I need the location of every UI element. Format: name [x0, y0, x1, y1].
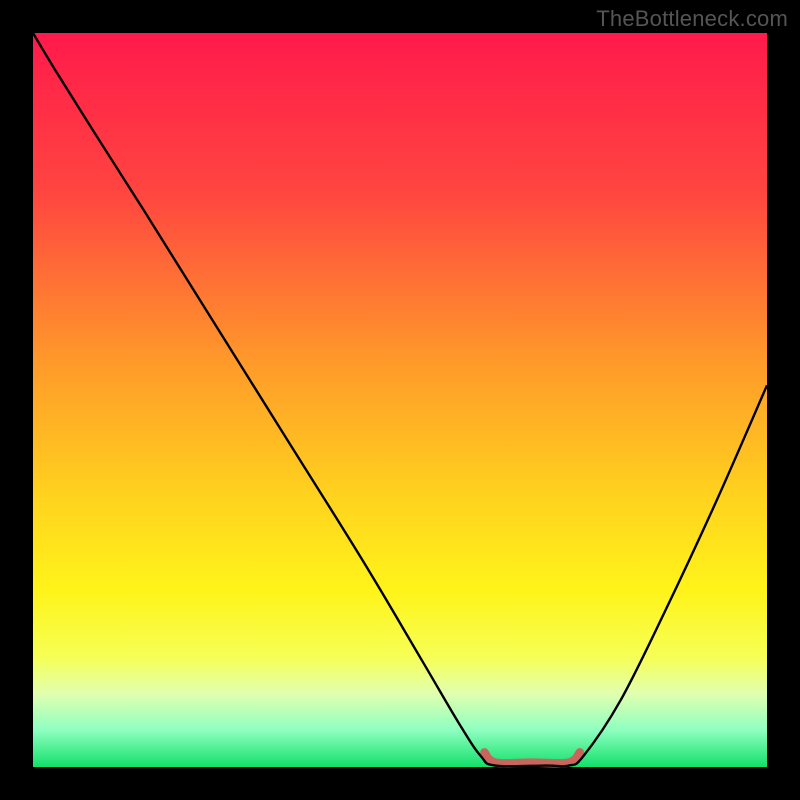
chart-frame: TheBottleneck.com [0, 0, 800, 800]
series-bottleneck-curve [33, 33, 767, 766]
chart-svg [33, 33, 767, 767]
watermark-text: TheBottleneck.com [596, 6, 788, 32]
series-optimal-zone [484, 752, 579, 763]
